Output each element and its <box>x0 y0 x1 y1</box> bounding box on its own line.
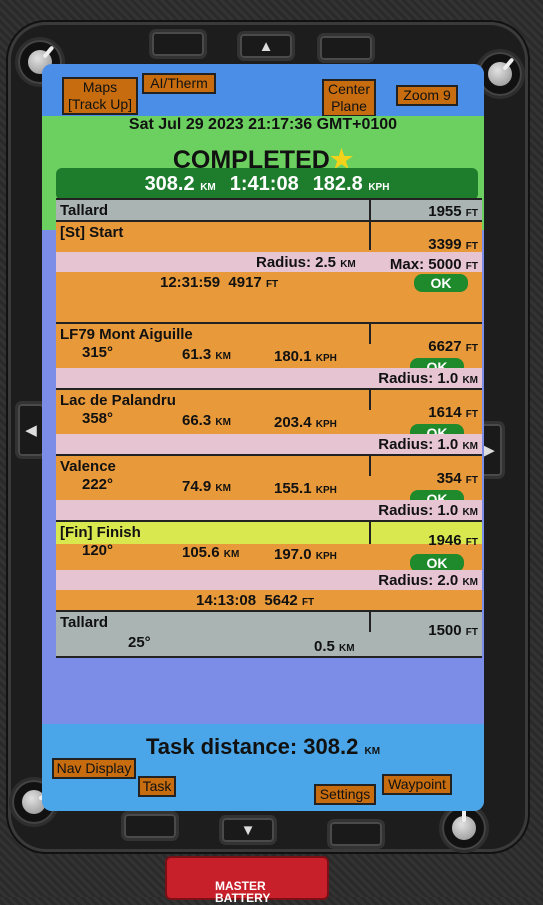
waypoint-speed: 197.0 KPH <box>274 546 337 563</box>
total-distance: 308.2 KM <box>144 172 216 195</box>
bottom-soft-button-left[interactable] <box>124 814 176 838</box>
waypoint-altitude: 1614 FT <box>428 404 478 421</box>
bottom-soft-button-right[interactable] <box>330 822 382 846</box>
waypoint-max: Max: 5000 FT <box>389 256 478 273</box>
waypoint-altitude: 354 FT <box>436 470 478 487</box>
waypoint-name: Tallard <box>60 614 109 631</box>
up-arrow-button[interactable]: ▲ <box>240 34 292 58</box>
waypoint-name: [St] Start <box>60 224 124 241</box>
waypoint-heading: 25° <box>128 634 151 651</box>
waypoint-altitude: 6627 FT <box>428 338 478 355</box>
waypoint-row-arrive[interactable]: Tallard 1500 FT 25° 0.5 KM <box>56 612 482 658</box>
waypoint-distance: 0.5 KM <box>314 638 355 655</box>
center-plane-button[interactable]: Center Plane <box>322 79 376 117</box>
task-distance: Task distance: 308.2 KM <box>145 734 381 759</box>
waypoint-distance: 66.3 KM <box>182 412 231 429</box>
waypoint-heading: 358° <box>82 410 114 427</box>
waypoint-distance: 61.3 KM <box>182 346 231 363</box>
down-arrow-icon: ▼ <box>240 821 256 839</box>
waypoint-distance: 105.6 KM <box>182 544 240 561</box>
waypoint-radius: Radius: 1.0 KM <box>378 370 478 387</box>
waypoint-row-depart[interactable]: Tallard 1955 FT <box>56 198 482 222</box>
top-soft-button-right[interactable] <box>320 36 372 60</box>
ok-badge: OK <box>414 274 468 292</box>
top-soft-button-left[interactable] <box>152 32 204 56</box>
waypoint-row-mont-aiguille[interactable]: LF79 Mont Aiguille 6627 FT 315° 61.3 KM … <box>56 324 482 390</box>
waypoint-speed: 155.1 KPH <box>274 480 337 497</box>
maps-track-up-button[interactable]: Maps [Track Up] <box>62 77 138 115</box>
waypoint-name: Lac de Palandru <box>60 392 176 409</box>
ai-therm-button[interactable]: AI/Therm <box>142 73 216 94</box>
waypoint-heading: 222° <box>82 476 114 493</box>
waypoint-list: Tallard 1955 FT [St] Start 3399 FT Radiu… <box>56 198 482 658</box>
waypoint-row-lac-de-palandru[interactable]: Lac de Palandru 1614 FT 358° 66.3 KM 203… <box>56 390 482 456</box>
total-time: 1:41:08 <box>229 172 299 195</box>
summary-bar: 308.2 KM 1:41:08 182.8 KPH <box>56 168 478 200</box>
master-battery-label: MASTER BATTERY <box>215 879 271 905</box>
waypoint-distance: 74.9 KM <box>182 478 231 495</box>
up-arrow-icon: ▲ <box>258 37 274 55</box>
date-time: Sat Jul 29 2023 21:17:36 GMT+0100 <box>128 116 398 133</box>
waypoint-row-start[interactable]: [St] Start 3399 FT Radius: 2.5 KM Max: 5… <box>56 222 482 324</box>
finish-time: 14:13:08 5642 FT <box>196 592 315 609</box>
waypoint-button[interactable]: Waypoint <box>382 774 452 795</box>
waypoint-name: [Fin] Finish <box>60 524 141 541</box>
settings-button[interactable]: Settings <box>314 784 376 805</box>
avg-speed: 182.8 KPH <box>312 172 390 195</box>
waypoint-altitude: 1500 FT <box>428 622 478 639</box>
waypoint-name: Valence <box>60 458 116 475</box>
waypoint-heading: 315° <box>82 344 114 361</box>
master-battery-switch[interactable]: MASTER BATTERY <box>167 858 327 904</box>
waypoint-altitude: 1955 FT <box>428 203 478 220</box>
nav-display-button[interactable]: Nav Display <box>52 758 136 779</box>
display-screen: Maps [Track Up] AI/Therm Center Plane Zo… <box>42 64 484 811</box>
waypoint-altitude: 1946 FT <box>428 532 478 549</box>
waypoint-speed: 203.4 KPH <box>274 414 337 431</box>
waypoint-name: LF79 Mont Aiguille <box>60 326 193 343</box>
bottom-right-knob[interactable] <box>442 806 486 850</box>
start-time: 12:31:59 4917 FT <box>160 274 279 291</box>
left-arrow-icon: ◀ <box>25 422 37 439</box>
waypoint-row-finish[interactable]: [Fin] Finish 1946 FT 120° 105.6 KM 197.0… <box>56 522 482 612</box>
waypoint-radius: Radius: 2.5 KM <box>256 254 356 271</box>
down-arrow-button[interactable]: ▼ <box>222 818 274 842</box>
top-right-knob[interactable] <box>478 52 522 96</box>
task-button[interactable]: Task <box>138 776 176 797</box>
waypoint-name: Tallard <box>60 202 109 219</box>
zoom-button[interactable]: Zoom 9 <box>396 85 458 106</box>
left-arrow-button[interactable]: ◀ <box>18 404 44 456</box>
waypoint-radius: Radius: 1.0 KM <box>378 436 478 453</box>
waypoint-radius: Radius: 2.0 KM <box>378 572 478 589</box>
waypoint-radius: Radius: 1.0 KM <box>378 502 478 519</box>
waypoint-row-valence[interactable]: Valence 354 FT 222° 74.9 KM 155.1 KPH OK… <box>56 456 482 522</box>
waypoint-speed: 180.1 KPH <box>274 348 337 365</box>
right-arrow-icon: ▶ <box>483 442 495 459</box>
waypoint-altitude: 3399 FT <box>428 236 478 253</box>
waypoint-heading: 120° <box>82 542 114 559</box>
